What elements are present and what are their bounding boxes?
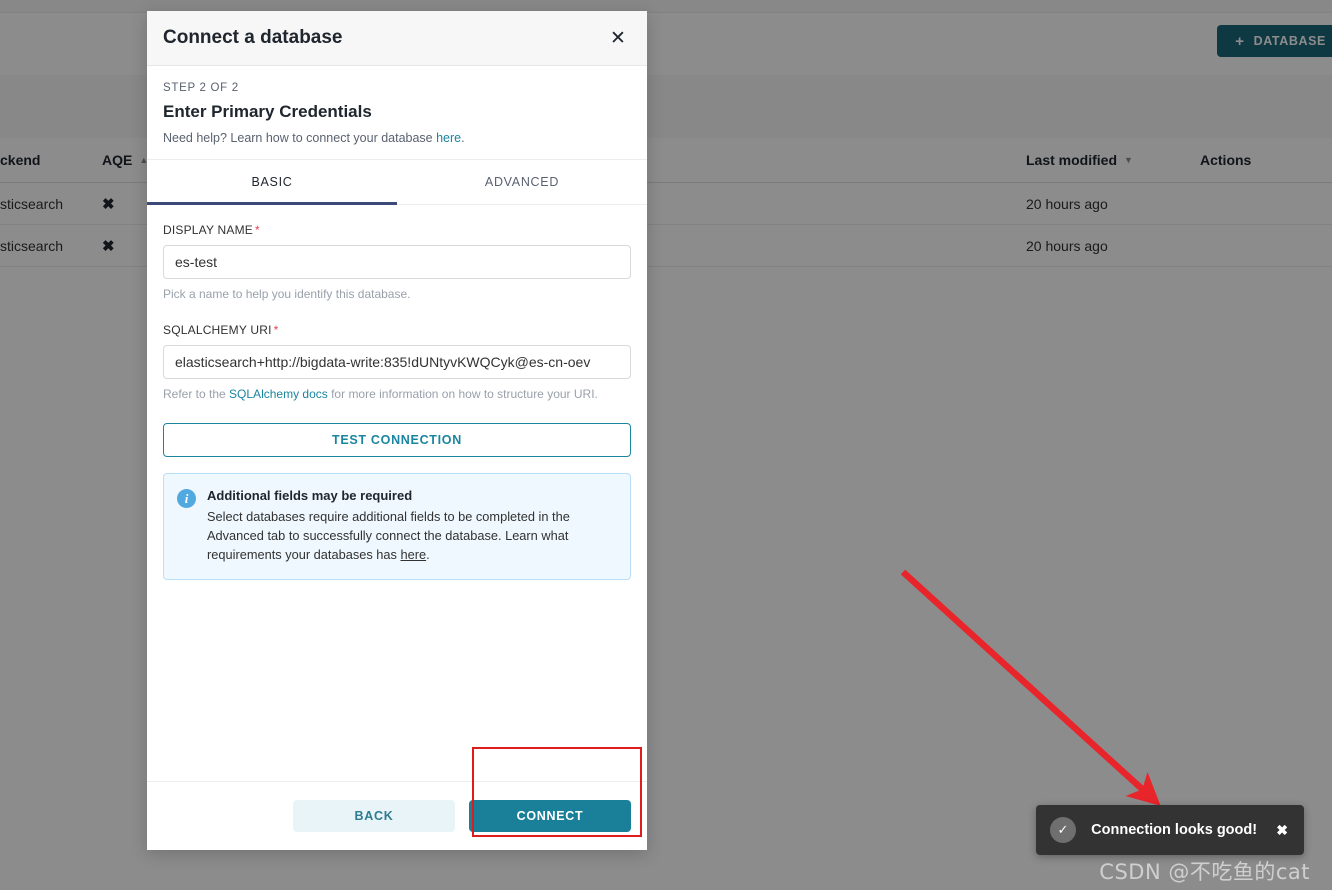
alert-here-link[interactable]: here: [400, 547, 426, 562]
tab-advanced[interactable]: ADVANCED: [397, 160, 647, 204]
sqlalchemy-uri-hint-prefix: Refer to the: [163, 387, 230, 401]
help-link[interactable]: here: [436, 131, 461, 145]
display-name-label: DISPLAY NAME *: [163, 223, 631, 237]
required-asterisk: *: [273, 323, 279, 337]
alert-text-prefix: Select databases require additional fiel…: [207, 509, 570, 563]
display-name-label-text: DISPLAY NAME: [163, 223, 253, 237]
toast-message: Connection looks good!: [1091, 822, 1258, 838]
close-icon[interactable]: ✕: [605, 25, 631, 51]
modal-title: Connect a database: [163, 27, 343, 48]
connect-button[interactable]: CONNECT: [469, 800, 631, 832]
help-text: Need help? Learn how to connect your dat…: [163, 131, 631, 145]
sqlalchemy-uri-label-text: SQLALCHEMY URI: [163, 323, 272, 337]
toast-close-icon[interactable]: ✖: [1274, 823, 1290, 837]
sqlalchemy-uri-label: SQLALCHEMY URI *: [163, 323, 631, 337]
credentials-tabs: BASIC ADVANCED: [147, 159, 647, 205]
watermark: CSDN @不吃鱼的cat: [1099, 860, 1310, 884]
alert-text-suffix: .: [426, 547, 430, 563]
modal-header: Connect a database ✕: [147, 11, 647, 66]
required-asterisk: *: [255, 223, 260, 237]
step-title: Enter Primary Credentials: [163, 102, 372, 121]
modal-body: STEP 2 OF 2 Enter Primary Credentials Ne…: [147, 66, 647, 781]
tab-basic[interactable]: BASIC: [147, 160, 397, 205]
display-name-field-block: DISPLAY NAME* Pick a name to help you id…: [163, 223, 631, 301]
alert-title: Additional fields may be required: [207, 488, 413, 503]
success-toast: ✓ Connection looks good! ✖: [1036, 805, 1304, 855]
modal-footer: BACK CONNECT: [147, 781, 647, 850]
check-circle-icon: ✓: [1050, 817, 1076, 843]
sqlalchemy-docs-link[interactable]: SQLAlchemy docs: [229, 387, 328, 401]
alert-text: Select databases require additional fiel…: [207, 507, 616, 565]
test-connection-button[interactable]: TEST CONNECTION: [163, 423, 631, 457]
modal-intro: STEP 2 OF 2 Enter Primary Credentials Ne…: [147, 66, 647, 159]
display-name-hint: Pick a name to help you identify this da…: [163, 287, 411, 301]
additional-fields-alert: i Additional fields may be required Sele…: [163, 473, 631, 580]
credentials-form: DISPLAY NAME* Pick a name to help you id…: [147, 205, 647, 580]
help-text-prefix: Need help? Learn how to connect your dat…: [163, 131, 437, 145]
info-icon: i: [177, 489, 196, 508]
sqlalchemy-uri-hint-suffix: for more information on how to structure…: [327, 387, 598, 401]
back-button[interactable]: BACK: [293, 800, 455, 832]
help-text-suffix: .: [461, 131, 465, 145]
alert-content: Additional fields may be required Select…: [207, 488, 616, 565]
sqlalchemy-uri-field-block: SQLALCHEMY URI* Refer to the SQLAlchemy …: [163, 323, 631, 401]
sqlalchemy-uri-hint: Refer to the SQLAlchemy docs for more in…: [163, 387, 631, 401]
step-indicator: STEP 2 OF 2: [163, 82, 239, 94]
sqlalchemy-uri-input[interactable]: [163, 345, 631, 379]
display-name-input[interactable]: [163, 245, 631, 279]
connect-database-modal: Connect a database ✕ STEP 2 OF 2 Enter P…: [147, 11, 647, 850]
